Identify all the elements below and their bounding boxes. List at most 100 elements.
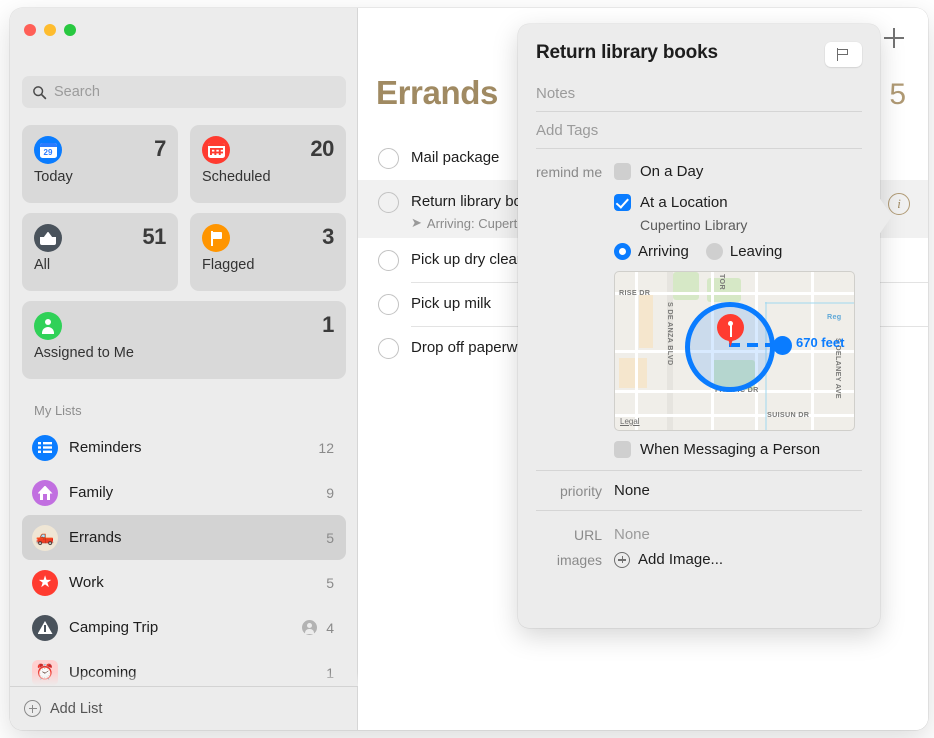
list-item-count: 5 xyxy=(326,529,334,546)
smart-list-assigned-to-me[interactable]: 1 Assigned to Me xyxy=(22,301,346,379)
smart-list-flagged[interactable]: 3 Flagged xyxy=(190,213,346,291)
remind-me-section: remind me On a Day At a Location Cuperti… xyxy=(536,163,862,470)
smart-list-scheduled[interactable]: 20 Scheduled xyxy=(190,125,346,203)
list-item-errands[interactable]: 🛻 Errands 5 xyxy=(22,515,346,560)
geofence-radius-handle[interactable] xyxy=(773,336,792,355)
reminder-title: Mail package xyxy=(411,149,500,166)
page-title: Errands xyxy=(376,74,498,111)
complete-checkbox[interactable] xyxy=(378,338,399,359)
map-street-label: RISE DR xyxy=(619,288,651,297)
images-row[interactable]: images Add Image... xyxy=(536,547,862,572)
smart-list-label: Scheduled xyxy=(202,169,271,185)
smart-list-label: Today xyxy=(34,169,73,185)
smart-list-count: 1 xyxy=(322,312,334,337)
url-label: URL xyxy=(573,526,602,543)
notes-field[interactable]: Notes xyxy=(536,75,862,112)
map-pin-icon xyxy=(717,314,744,347)
add-image-button[interactable]: Add Image... xyxy=(614,551,723,568)
minimize-button[interactable] xyxy=(44,24,56,36)
plus-circle-icon xyxy=(614,551,630,568)
priority-label: priority xyxy=(559,482,602,499)
smart-list-count: 3 xyxy=(322,224,334,249)
flag-button[interactable] xyxy=(825,42,862,67)
list-item-label: Reminders xyxy=(69,439,142,456)
location-arrow-icon: ➤ xyxy=(411,215,422,230)
leaving-radio[interactable] xyxy=(705,243,723,260)
info-button[interactable]: i xyxy=(888,193,910,215)
location-value[interactable]: Cupertino Library xyxy=(640,217,862,233)
triangle-warning-icon xyxy=(32,614,58,641)
tags-field[interactable]: Add Tags xyxy=(536,112,862,149)
add-reminder-button[interactable] xyxy=(884,28,904,48)
smart-list-label: All xyxy=(34,257,51,273)
add-list-button[interactable]: Add List xyxy=(10,686,358,730)
house-icon xyxy=(32,479,58,506)
zoom-button[interactable] xyxy=(64,24,76,36)
when-messaging-row[interactable]: When Messaging a Person xyxy=(614,441,862,458)
pickup-truck-icon: 🛻 xyxy=(32,524,58,551)
list-item-reminders[interactable]: Reminders 12 xyxy=(22,425,346,470)
list-item-label: Upcoming xyxy=(69,664,137,681)
list-item-label: Family xyxy=(69,484,114,501)
reminders-app-screenshot: Search 29 7 Today 20 Scheduled 51 All 3 … xyxy=(0,0,934,738)
at-a-location-checkbox[interactable] xyxy=(614,194,631,211)
reminders-window: Search 29 7 Today 20 Scheduled 51 All 3 … xyxy=(10,8,928,730)
complete-checkbox[interactable] xyxy=(378,250,399,271)
list-item-label: Errands xyxy=(69,529,122,546)
list-item-family[interactable]: Family 9 xyxy=(22,470,346,515)
complete-checkbox[interactable] xyxy=(378,192,399,213)
alarm-clock-emoji: ⏰ xyxy=(35,664,55,681)
smart-list-label: Assigned to Me xyxy=(34,345,134,361)
leaving-label: Leaving xyxy=(729,243,783,260)
star-icon: ★ xyxy=(32,569,58,596)
map-legal-link[interactable]: Legal xyxy=(620,417,640,426)
smart-list-all[interactable]: 51 All xyxy=(22,213,178,291)
url-row[interactable]: URL None xyxy=(536,522,862,547)
sidebar: Search 29 7 Today 20 Scheduled 51 All 3 … xyxy=(10,8,358,730)
map-street-label: S DE ANZA BLVD xyxy=(666,302,675,366)
list-item-count: 12 xyxy=(318,439,334,456)
map-street-label: SUISUN DR xyxy=(767,410,810,419)
smart-lists-grid: 29 7 Today 20 Scheduled 51 All 3 Flagged… xyxy=(22,125,346,379)
complete-checkbox[interactable] xyxy=(378,294,399,315)
flag-icon xyxy=(202,224,230,252)
list-item-count: 1 xyxy=(326,664,334,681)
pickup-truck-emoji: 🛻 xyxy=(35,529,55,546)
alarm-clock-icon: ⏰ xyxy=(32,659,58,686)
location-map[interactable]: RISE DR S DE ANZA BLVD TOR PACIFIC DR SU… xyxy=(614,271,855,431)
on-a-day-label: On a Day xyxy=(640,163,704,180)
search-input[interactable]: Search xyxy=(22,76,346,108)
add-list-label: Add List xyxy=(50,700,103,717)
reminder-title: Pick up milk xyxy=(411,295,492,312)
priority-value: None xyxy=(614,482,650,499)
calendar-day: 29 xyxy=(43,147,53,157)
list-item-count: 5 xyxy=(326,574,334,591)
on-a-day-checkbox[interactable] xyxy=(614,163,631,180)
search-placeholder: Search xyxy=(54,84,100,100)
list-item-camping-trip[interactable]: Camping Trip 4 xyxy=(22,605,346,650)
plus-circle-icon xyxy=(24,700,41,717)
person-icon xyxy=(34,312,62,340)
when-messaging-checkbox[interactable] xyxy=(614,441,631,458)
smart-list-count: 51 xyxy=(142,224,166,249)
priority-row[interactable]: priority None xyxy=(536,470,862,510)
smart-list-today[interactable]: 29 7 Today xyxy=(22,125,178,203)
at-a-location-row[interactable]: At a Location xyxy=(614,194,862,211)
smart-list-label: Flagged xyxy=(202,257,255,273)
direction-radios: Arriving Leaving xyxy=(614,243,862,260)
reminder-count: 5 xyxy=(889,78,906,111)
list-item-label: Work xyxy=(69,574,104,591)
window-controls xyxy=(24,24,76,36)
on-a-day-row[interactable]: On a Day xyxy=(614,163,862,180)
arriving-label: Arriving xyxy=(638,243,689,260)
smart-list-count: 7 xyxy=(154,136,166,161)
map-street-label: Reg xyxy=(827,312,842,321)
list-item-work[interactable]: ★ Work 5 xyxy=(22,560,346,605)
arriving-radio[interactable] xyxy=(614,243,631,260)
my-lists-header: My Lists xyxy=(34,403,82,418)
calendar-grid-icon xyxy=(202,136,230,164)
popover-header: Return library books xyxy=(536,42,862,67)
list-lines-icon xyxy=(32,434,58,461)
close-button[interactable] xyxy=(24,24,36,36)
complete-checkbox[interactable] xyxy=(378,148,399,169)
